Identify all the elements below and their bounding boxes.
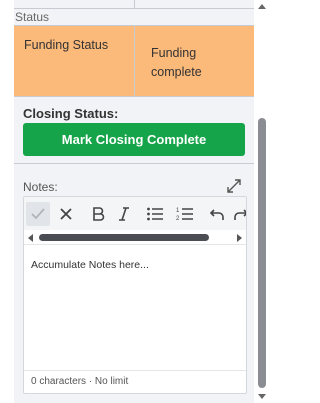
status-section-label: Status — [15, 10, 50, 24]
page-scrollbar-thumb[interactable] — [258, 118, 266, 388]
expand-icon[interactable] — [226, 178, 242, 194]
italic-icon[interactable] — [112, 202, 136, 226]
scroll-down-icon[interactable] — [258, 394, 266, 399]
bullet-list-icon[interactable] — [143, 202, 167, 226]
scroll-up-icon[interactable] — [258, 4, 266, 9]
page-scrollbar[interactable] — [256, 0, 268, 403]
close-icon[interactable] — [54, 202, 78, 226]
funding-status-label: Funding Status — [24, 38, 109, 52]
character-count: 0 characters · No limit — [31, 376, 129, 387]
editor-status-bar: 0 characters · No limit — [24, 370, 246, 393]
redo-icon[interactable] — [229, 202, 246, 226]
previous-table-row — [14, 0, 254, 9]
divider — [14, 163, 254, 164]
notes-content[interactable]: Accumulate Notes here... — [31, 259, 149, 271]
scroll-left-icon[interactable] — [28, 234, 33, 242]
scroll-right-icon[interactable] — [237, 234, 242, 242]
scrollbar-thumb[interactable] — [39, 234, 209, 241]
notes-editor[interactable]: 1 2 Accumulate Notes here... 0 character… — [23, 196, 247, 394]
bold-icon[interactable] — [86, 202, 110, 226]
check-icon[interactable] — [26, 202, 50, 226]
svg-text:2: 2 — [176, 216, 180, 222]
funding-status-value: Funding complete — [151, 46, 202, 79]
undo-icon[interactable] — [205, 202, 229, 226]
editor-toolbar: 1 2 — [24, 197, 246, 230]
right-panel: Status Funding Status Funding complete C… — [14, 0, 254, 403]
numbered-list-icon[interactable]: 1 2 — [173, 202, 197, 226]
svg-text:1: 1 — [176, 208, 180, 214]
notes-label: Notes: — [23, 180, 58, 194]
closing-status-label: Closing Status: — [23, 106, 119, 121]
status-table: Funding Status Funding complete — [14, 25, 254, 97]
mark-closing-complete-button[interactable]: Mark Closing Complete — [23, 123, 245, 156]
toolbar-scrollbar[interactable] — [24, 232, 246, 245]
